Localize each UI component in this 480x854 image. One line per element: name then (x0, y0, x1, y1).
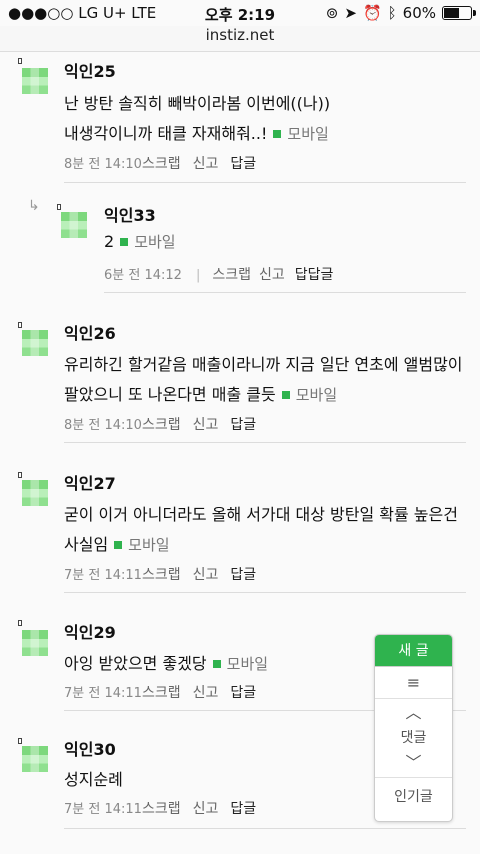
comment-bullet (18, 738, 22, 744)
comment-bullet (18, 472, 22, 478)
report-button[interactable]: 신고 (193, 801, 219, 817)
comment-bullet (18, 620, 22, 626)
comment-meta: 6분 전 14:12 | 스크랩 신고 답답글 (104, 267, 334, 283)
scrap-button[interactable]: 스크랩 (142, 685, 181, 701)
comment-text: 사실임 모바일 (64, 535, 170, 554)
comment-meta: 8분 전 14:10스크랩 신고 답글 (64, 417, 257, 433)
comment-author: 익인30 (64, 740, 116, 759)
mobile-label: 모바일 (128, 536, 170, 554)
comment-bullet (18, 322, 22, 328)
new-post-button[interactable]: 새 글 (375, 635, 452, 667)
url-bar[interactable]: instiz.net (0, 26, 480, 52)
mobile-indicator-icon (273, 130, 282, 138)
comment-text: 성지순례 (64, 770, 123, 789)
status-bar: ●●●○○ LG U+ LTE 오후 2:19 ⊚ ➤ ⏰ ᛒ 60% (0, 0, 480, 26)
floating-nav-panel: 새 글 ≡ ︿ 댓글 ﹀ 인기글 (374, 634, 453, 822)
comment-meta: 8분 전 14:10스크랩 신고 답글 (64, 156, 257, 172)
divider (104, 292, 466, 293)
battery-icon (442, 6, 476, 20)
report-button[interactable]: 신고 (193, 417, 219, 433)
reply-button[interactable]: 답글 (230, 567, 256, 583)
mobile-indicator-icon (281, 391, 290, 399)
mobile-indicator-icon (212, 660, 221, 668)
comment-text: 팔았으니 또 나온다면 매출 클듯 모바일 (64, 385, 338, 404)
scrap-button[interactable]: 스크랩 (142, 801, 181, 817)
comment-meta: 7분 전 14:11스크랩 신고 답글 (64, 801, 257, 817)
comment-text: 굳이 이거 아니더라도 올해 서가대 대상 방탄일 확률 높은건 (64, 505, 458, 524)
report-button[interactable]: 신고 (193, 567, 219, 583)
avatar (61, 212, 87, 238)
scrap-button[interactable]: 스크랩 (142, 156, 181, 172)
comment-meta: 7분 전 14:11스크랩 신고 답글 (64, 567, 257, 583)
reply-button[interactable]: 답글 (230, 156, 256, 172)
report-button[interactable]: 신고 (259, 267, 285, 283)
mobile-label: 모바일 (295, 386, 338, 404)
chevron-up-icon[interactable]: ︿ (375, 699, 452, 727)
reply-button[interactable]: 답글 (230, 685, 256, 701)
avatar (22, 68, 48, 94)
mobile-label: 모바일 (287, 125, 329, 143)
comment-text: 아잉 받았으면 좋겠당 모바일 (64, 654, 269, 673)
scrap-button[interactable]: 스크랩 (142, 417, 181, 433)
report-button[interactable]: 신고 (193, 685, 219, 701)
comment-bullet (57, 204, 61, 210)
scrap-button[interactable]: 스크랩 (142, 567, 181, 583)
mobile-label: 모바일 (226, 655, 269, 673)
comment-author: 익인26 (64, 324, 116, 343)
report-button[interactable]: 신고 (193, 156, 219, 172)
menu-icon[interactable]: ≡ (375, 667, 452, 699)
reply-button[interactable]: 답답글 (295, 267, 334, 283)
reply-arrow-icon: ↳ (28, 198, 40, 214)
avatar (22, 630, 48, 656)
rotation-lock-icon: ⊚ (325, 4, 339, 22)
chevron-down-icon[interactable]: ﹀ (375, 749, 452, 777)
battery-percent: 60% (402, 4, 436, 22)
divider (64, 592, 466, 593)
divider (64, 442, 466, 443)
url-text: instiz.net (205, 26, 275, 44)
comment-text: 유리하긴 할거같음 매출이라니까 지금 일단 연초에 앨범많이 (64, 355, 463, 374)
comment-text: 내생각이니까 태클 자재해줘..! 모바일 (64, 124, 329, 143)
comment-bullet (18, 58, 22, 64)
reply-button[interactable]: 답글 (230, 801, 256, 817)
alarm-icon: ⏰ (362, 4, 382, 22)
location-icon: ➤ (344, 4, 357, 22)
popular-posts-button[interactable]: 인기글 (375, 777, 452, 817)
mobile-indicator-icon (120, 238, 129, 246)
comment-author: 익인29 (64, 623, 116, 642)
status-icons: ⊚ ➤ ⏰ ᛒ 60% (325, 4, 476, 22)
avatar (22, 330, 48, 356)
comment-text: 난 방탄 솔직히 빼박이라봄 이번에((나)) (64, 94, 331, 113)
comment-meta: 7분 전 14:11스크랩 신고 답글 (64, 685, 257, 701)
comment-author: 익인27 (64, 474, 116, 493)
comment-author: 익인25 (64, 62, 116, 81)
avatar (22, 746, 48, 772)
mobile-indicator-icon (114, 541, 123, 549)
divider (64, 182, 466, 183)
bluetooth-icon: ᛒ (387, 4, 397, 22)
divider (64, 828, 466, 829)
mobile-label: 모바일 (134, 233, 176, 251)
avatar (22, 480, 48, 506)
comment-text: 2 모바일 (104, 232, 176, 251)
comments-nav-label: 댓글 (400, 730, 427, 746)
scrap-button[interactable]: 스크랩 (212, 267, 251, 283)
comment-author: 익인33 (104, 206, 156, 225)
reply-button[interactable]: 답글 (230, 417, 256, 433)
